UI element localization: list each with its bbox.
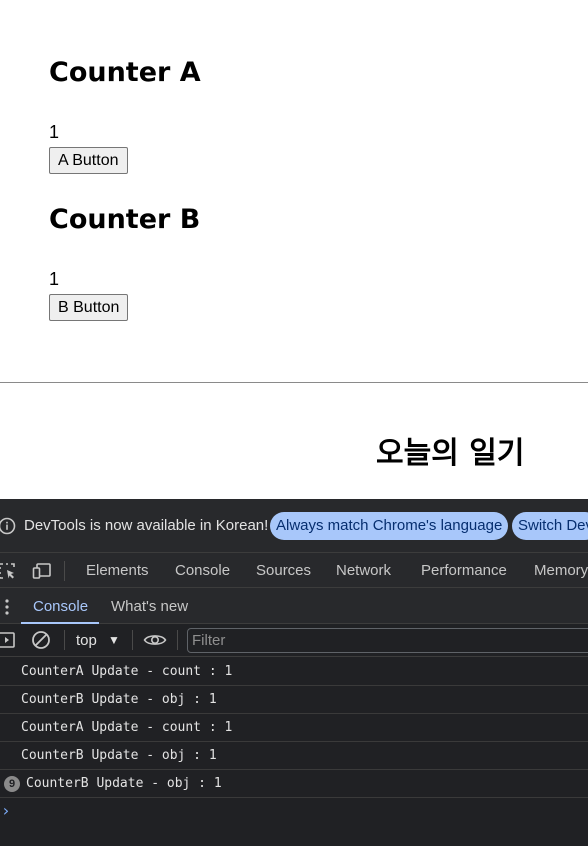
toolbar-divider — [177, 630, 178, 650]
console-message: 9 CounterB Update - obj : 1 — [0, 770, 588, 798]
console-message-text: CounterA Update - count : 1 — [21, 720, 233, 735]
devtools-panel: DevTools is now available in Korean! Alw… — [0, 499, 588, 846]
tab-performance[interactable]: Performance — [421, 562, 507, 580]
counter-b-value: 1 — [49, 269, 60, 289]
drawer-tabbar: Console What's new — [0, 588, 588, 624]
tab-network[interactable]: Network — [336, 562, 391, 580]
horizontal-rule — [0, 382, 588, 383]
clear-console-icon[interactable] — [31, 630, 51, 650]
toolbar-divider — [132, 630, 133, 650]
diary-title: 오늘의 일기 — [376, 436, 525, 471]
panel-tabbar: Elements Console Sources Network Perform… — [0, 553, 588, 588]
show-sidebar-icon[interactable] — [0, 630, 16, 650]
context-selector[interactable]: top — [76, 632, 97, 650]
language-infobar: DevTools is now available in Korean! Alw… — [0, 499, 588, 553]
tab-console[interactable]: Console — [175, 562, 230, 580]
info-icon — [0, 517, 16, 535]
console-message: CounterB Update - obj : 1 — [0, 742, 588, 770]
toolbar-divider — [64, 630, 65, 650]
switch-devtools-language-button[interactable]: Switch Dev — [512, 512, 588, 540]
console-prompt[interactable]: › — [0, 798, 588, 826]
inspect-element-icon[interactable] — [0, 561, 17, 581]
filter-input[interactable] — [187, 628, 588, 653]
console-output: CounterA Update - count : 1 CounterB Upd… — [0, 658, 588, 826]
app-page: Counter A 1 A Button Counter B 1 B Butto… — [0, 0, 588, 499]
console-message-text: CounterA Update - count : 1 — [21, 664, 233, 679]
toolbar-divider — [64, 561, 65, 581]
drawer-tab-console[interactable]: Console — [33, 598, 88, 616]
device-toolbar-icon[interactable] — [32, 561, 52, 581]
eye-icon[interactable] — [143, 630, 167, 650]
repeat-count-badge: 9 — [4, 776, 20, 792]
console-toolbar: top ▼ — [0, 624, 588, 657]
a-button[interactable]: A Button — [49, 147, 128, 174]
infobar-message: DevTools is now available in Korean! — [24, 517, 269, 534]
counter-a-title: Counter A — [49, 57, 201, 88]
counter-b-title: Counter B — [49, 204, 201, 235]
console-message: CounterA Update - count : 1 — [0, 658, 588, 686]
counter-a-value: 1 — [49, 122, 60, 142]
more-options-icon[interactable] — [4, 598, 10, 616]
b-button[interactable]: B Button — [49, 294, 129, 321]
console-message: CounterA Update - count : 1 — [0, 714, 588, 742]
tab-memory[interactable]: Memory — [534, 562, 588, 580]
tab-sources[interactable]: Sources — [256, 562, 311, 580]
always-match-language-button[interactable]: Always match Chrome's language — [270, 512, 509, 540]
drawer-tab-whats-new[interactable]: What's new — [111, 598, 188, 616]
console-message-text: CounterB Update - obj : 1 — [21, 748, 217, 763]
console-message-text: CounterB Update - obj : 1 — [26, 776, 222, 791]
console-message-text: CounterB Update - obj : 1 — [21, 692, 217, 707]
console-message: CounterB Update - obj : 1 — [0, 686, 588, 714]
prompt-chevron-icon: › — [1, 801, 11, 820]
chevron-down-icon[interactable]: ▼ — [108, 633, 120, 647]
tab-elements[interactable]: Elements — [86, 562, 149, 580]
